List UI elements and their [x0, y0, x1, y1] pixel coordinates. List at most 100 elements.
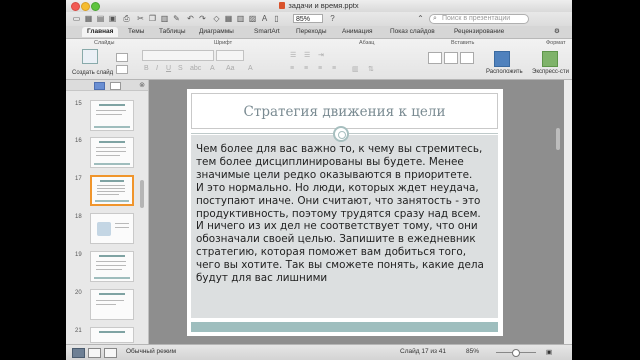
- indent-icon[interactable]: ⇥: [318, 51, 324, 59]
- slide-number: 15: [75, 101, 82, 107]
- slide-thumbnail-19[interactable]: [90, 251, 134, 282]
- copy-icon[interactable]: ❐: [148, 14, 157, 23]
- cut-icon[interactable]: ✂: [136, 14, 145, 23]
- slide-thumbnail-21[interactable]: [90, 327, 134, 343]
- tab-charts[interactable]: Диаграммы: [199, 27, 234, 37]
- slide-thumbnail-16[interactable]: [90, 137, 134, 168]
- arrange-button[interactable]: Расположить: [486, 69, 523, 75]
- save-icon[interactable]: ▣: [108, 14, 117, 23]
- body-line: стратегию, которая поможет вам добиться …: [196, 246, 467, 259]
- format-painter-icon[interactable]: ✎: [172, 14, 181, 23]
- thumb-bar: [94, 163, 130, 165]
- text-direction-icon[interactable]: ⇅: [368, 65, 374, 73]
- sidebar-toggle-icon[interactable]: ▯: [272, 14, 281, 23]
- quick-styles-button[interactable]: Экспресс-сти: [532, 69, 569, 75]
- canvas-scroll-track: [554, 80, 564, 344]
- clear-format-icon[interactable]: A: [248, 65, 253, 72]
- font-size-field[interactable]: [216, 50, 244, 61]
- new-document-icon[interactable]: ▭: [72, 14, 81, 23]
- tab-slideshow[interactable]: Показ слайдов: [390, 27, 435, 37]
- pptx-file-icon: [279, 2, 286, 9]
- align-left-icon[interactable]: ≡: [290, 65, 294, 72]
- insert-picture-icon[interactable]: [444, 52, 458, 64]
- arrange-icon[interactable]: [494, 51, 510, 67]
- text-box-icon[interactable]: A: [260, 14, 269, 23]
- slides-pane-header: ⊗: [66, 80, 148, 91]
- tab-themes[interactable]: Темы: [128, 27, 144, 37]
- justify-icon[interactable]: ≡: [332, 65, 336, 72]
- body-line: И это нормально. Но люди, которых ждет н…: [196, 181, 479, 194]
- document-title: задачи и время.pptx: [66, 1, 572, 10]
- slide-number: 16: [75, 138, 82, 144]
- normal-view-button[interactable]: [72, 348, 85, 358]
- print-icon[interactable]: ⎙: [122, 14, 131, 23]
- tab-review[interactable]: Рецензирование: [454, 27, 504, 37]
- slide-thumbnail-15[interactable]: [90, 100, 134, 131]
- templates-icon[interactable]: ▦: [84, 14, 93, 23]
- section-icon[interactable]: [116, 65, 128, 74]
- slide-sorter-button[interactable]: [88, 348, 101, 358]
- undo-icon[interactable]: ↶: [186, 14, 195, 23]
- open-folder-icon[interactable]: ▤: [96, 14, 105, 23]
- layout-icon[interactable]: [116, 53, 128, 62]
- slide-thumbnail-20[interactable]: [90, 289, 134, 320]
- font-color-icon[interactable]: A: [210, 65, 215, 72]
- thumb-line: [96, 114, 122, 115]
- slide-number: 18: [75, 214, 82, 220]
- redo-icon[interactable]: ↷: [198, 14, 207, 23]
- shadow-icon[interactable]: S: [178, 65, 183, 72]
- bullets-icon[interactable]: ☰: [290, 51, 296, 59]
- numbering-icon[interactable]: ☰: [304, 51, 310, 59]
- paste-icon[interactable]: ▥: [160, 14, 169, 23]
- insert-shape-icon[interactable]: [460, 52, 474, 64]
- slide-title-placeholder[interactable]: Стратегия движения к цели: [191, 93, 498, 129]
- ribbon-settings-icon[interactable]: ⚙: [554, 27, 560, 37]
- thumb-line: [96, 110, 126, 111]
- slide-thumbnail-18[interactable]: [90, 213, 134, 244]
- underline-icon[interactable]: U: [166, 65, 171, 72]
- new-slide-button[interactable]: Создать слайд: [72, 70, 113, 76]
- insert-text-icon[interactable]: [428, 52, 442, 64]
- current-slide[interactable]: Стратегия движения к цели Чем более для …: [187, 89, 503, 336]
- outline-view-tab[interactable]: [110, 82, 121, 90]
- chart-icon[interactable]: ▥: [236, 14, 245, 23]
- shapes-icon[interactable]: ◇: [212, 14, 221, 23]
- body-line: чего вы хотите. Так вы сможете понять, к…: [196, 259, 484, 272]
- tab-transitions[interactable]: Переходы: [296, 27, 327, 37]
- pane-close-icon[interactable]: ⊗: [139, 81, 145, 89]
- zoom-slider-knob[interactable]: [512, 349, 520, 357]
- search-input[interactable]: ⌕ Поиск в презентации: [429, 14, 529, 24]
- status-bar: Обычный режим Слайд 17 из 41 85% ▣: [66, 344, 572, 360]
- slideshow-button[interactable]: [104, 348, 117, 358]
- align-right-icon[interactable]: ≡: [318, 65, 322, 72]
- new-slide-icon[interactable]: [82, 49, 98, 64]
- strikethrough-icon[interactable]: abc: [190, 65, 201, 72]
- help-icon[interactable]: ?: [328, 14, 337, 23]
- table-icon[interactable]: ▦: [224, 14, 233, 23]
- fit-window-icon[interactable]: ▣: [546, 348, 552, 356]
- thumb-line: [96, 269, 122, 270]
- columns-icon[interactable]: ▥: [352, 65, 359, 73]
- canvas-scrollbar[interactable]: [556, 128, 560, 150]
- slide-thumbnail-17[interactable]: [90, 175, 134, 206]
- bold-icon[interactable]: B: [144, 65, 149, 72]
- body-line: будут для вас лишними: [196, 272, 328, 285]
- quick-styles-icon[interactable]: [542, 51, 558, 67]
- group-paragraph-label: Абзац: [359, 40, 375, 46]
- highlight-icon[interactable]: Aa: [226, 65, 235, 72]
- tab-home[interactable]: Главная: [82, 27, 119, 37]
- tab-smartart[interactable]: SmartArt: [254, 27, 280, 37]
- align-center-icon[interactable]: ≡: [304, 65, 308, 72]
- slide-canvas: Стратегия движения к цели Чем более для …: [149, 80, 564, 344]
- italic-icon[interactable]: I: [156, 65, 158, 72]
- zoom-field[interactable]: 85%: [293, 14, 323, 23]
- decorative-circle-icon: [333, 126, 349, 142]
- slides-pane-scrollbar[interactable]: [140, 180, 144, 208]
- ribbon-toggle-icon[interactable]: ⌃: [416, 14, 425, 23]
- slides-view-tab[interactable]: [94, 82, 105, 90]
- slide-body-placeholder[interactable]: Чем более для вас важно то, к чему вы ст…: [191, 135, 498, 318]
- tab-animation[interactable]: Анимация: [342, 27, 373, 37]
- picture-icon[interactable]: ▨: [248, 14, 257, 23]
- tab-tables[interactable]: Таблицы: [159, 27, 186, 37]
- font-name-field[interactable]: [142, 50, 214, 61]
